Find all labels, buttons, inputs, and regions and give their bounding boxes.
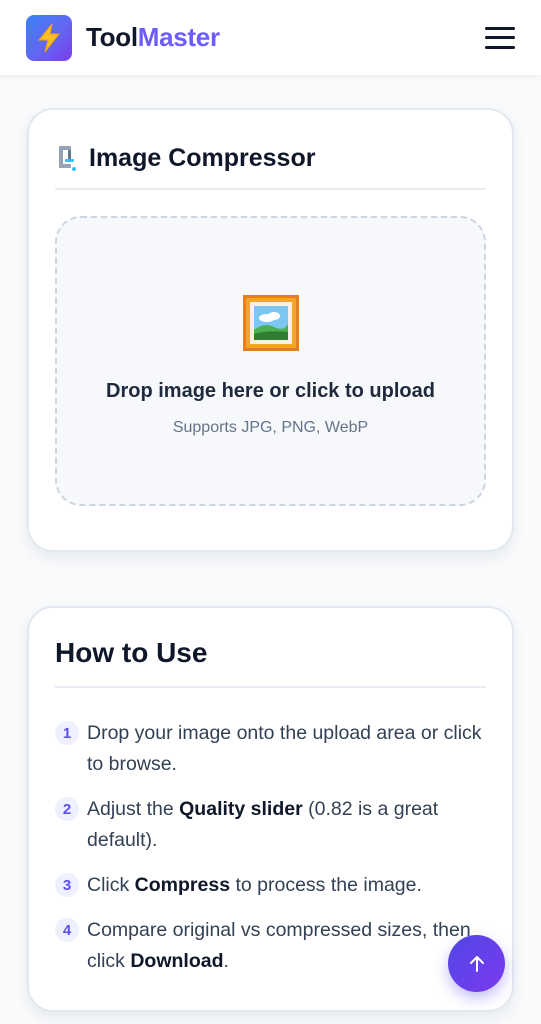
upload-prompt: Drop image here or click to upload	[106, 380, 435, 402]
step-number: 2	[55, 797, 79, 821]
brand-name[interactable]: ToolMaster	[86, 22, 220, 53]
logo[interactable]	[26, 14, 72, 61]
lightning-bolt-icon	[37, 23, 61, 52]
image-compressor-card: Image Compressor Drop image here or clic…	[27, 108, 514, 552]
step-text: Drop your image onto the upload area or …	[87, 722, 482, 775]
list-item: 1 Drop your image onto the upload area o…	[55, 718, 486, 780]
list-item: 2 Adjust the Quality slider (0.82 is a g…	[55, 794, 486, 856]
step-number: 4	[55, 918, 79, 942]
steps-list: 1 Drop your image onto the upload area o…	[55, 718, 486, 991]
step-text: Click Compress to process the image.	[87, 874, 422, 896]
brand-name-part2: Master	[137, 22, 220, 52]
card-header: Image Compressor	[55, 136, 486, 190]
step-number: 3	[55, 873, 79, 897]
hamburger-menu-icon[interactable]	[485, 26, 515, 49]
step-text: Compare original vs compressed sizes, th…	[87, 919, 471, 972]
how-to-use-card: How to Use 1 Drop your image onto the up…	[27, 606, 514, 1012]
list-item: 4 Compare original vs compressed sizes, …	[55, 915, 486, 977]
page-title: Image Compressor	[89, 143, 316, 172]
upload-dropzone[interactable]: Drop image here or click to upload Suppo…	[55, 216, 486, 506]
list-item: 3 Click Compress to process the image.	[55, 870, 486, 901]
arrow-up-icon	[469, 955, 484, 972]
framed-picture-icon	[242, 295, 299, 351]
supported-formats-text: Supports JPG, PNG, WebP	[172, 419, 369, 436]
step-text: Adjust the Quality slider (0.82 is a gre…	[87, 798, 439, 851]
brand-name-part1: Tool	[86, 22, 138, 52]
top-navbar: ToolMaster	[0, 0, 541, 75]
scroll-to-top-button[interactable]	[448, 935, 505, 992]
card-header: How to Use	[55, 628, 486, 688]
step-number: 1	[55, 721, 79, 745]
how-to-use-title: How to Use	[55, 637, 208, 668]
clamp-icon	[55, 143, 79, 173]
